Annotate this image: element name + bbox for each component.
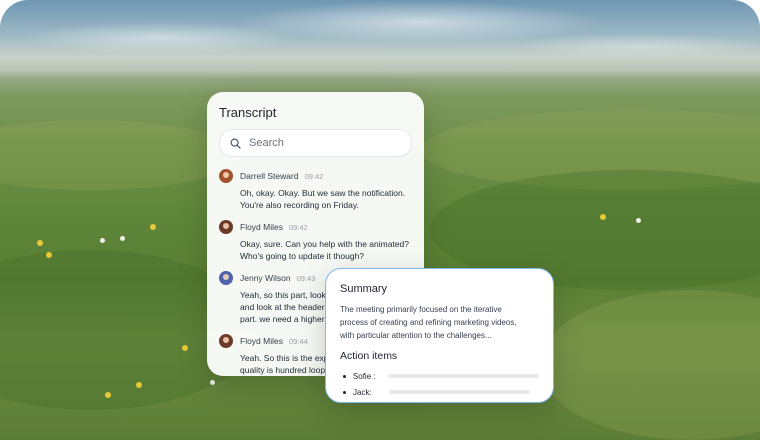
message-line: You're also recording on Friday. bbox=[240, 200, 359, 210]
bullet-icon bbox=[343, 374, 346, 378]
search-box[interactable] bbox=[219, 129, 412, 157]
message-line: Oh, okay. Okay. But we saw the notificat… bbox=[240, 188, 406, 198]
speaker-name: Floyd Miles bbox=[240, 222, 283, 232]
speaker-name: Darrell Steward bbox=[240, 171, 299, 181]
summary-line: with particular attention to the challen… bbox=[340, 331, 492, 340]
transcript-title: Transcript bbox=[219, 105, 277, 120]
speaker-name: Floyd Miles bbox=[240, 336, 283, 346]
action-item-bar bbox=[389, 390, 530, 394]
action-items-title: Action items bbox=[340, 350, 398, 362]
summary-text: The meeting primarily focused on the ite… bbox=[340, 303, 539, 342]
transcript-message: Floyd Miles 09:42 Okay, sure. Can you he… bbox=[219, 220, 412, 262]
avatar bbox=[219, 169, 233, 183]
transcript-message: Darrell Steward 09:42 Oh, okay. Okay. Bu… bbox=[219, 169, 412, 211]
action-item-name: Jack: bbox=[353, 387, 372, 397]
bullet-icon bbox=[343, 390, 346, 394]
message-line: Okay, sure. Can you help with the animat… bbox=[240, 239, 409, 249]
avatar bbox=[219, 334, 233, 348]
message-time: 09:44 bbox=[288, 336, 308, 346]
action-item: Sofie : bbox=[340, 368, 539, 384]
avatar bbox=[219, 220, 233, 234]
summary-title: Summary bbox=[340, 283, 388, 295]
avatar bbox=[219, 271, 233, 285]
search-icon bbox=[230, 138, 241, 149]
message-time: 09:42 bbox=[304, 171, 324, 181]
speaker-name: Jenny Wilson bbox=[240, 273, 291, 283]
summary-panel: Summary The meeting primarily focused on… bbox=[325, 268, 554, 403]
summary-line: process of creating and refining marketi… bbox=[340, 318, 517, 327]
action-item-name: Sofie : bbox=[352, 371, 376, 381]
search-input[interactable] bbox=[247, 136, 401, 150]
action-item-bar bbox=[388, 374, 539, 378]
message-line: Who's going to update it though? bbox=[240, 251, 365, 261]
message-time: 09:43 bbox=[296, 273, 316, 283]
message-time: 09:42 bbox=[288, 222, 308, 232]
action-item: Jack: bbox=[340, 384, 539, 400]
summary-line: The meeting primarily focused on the ite… bbox=[340, 305, 502, 314]
